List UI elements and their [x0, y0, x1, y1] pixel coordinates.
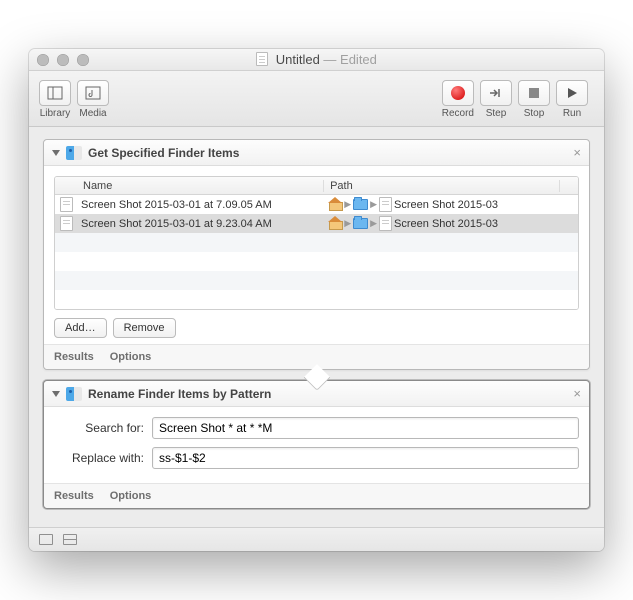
column-name[interactable]: Name [77, 180, 324, 192]
record-button[interactable] [442, 80, 474, 106]
add-button[interactable]: Add… [54, 318, 107, 338]
action-title: Get Specified Finder Items [88, 146, 239, 160]
close-action-button[interactable]: × [573, 386, 581, 401]
title-text: Untitled [276, 52, 320, 67]
statusbar [29, 527, 604, 551]
row-path: ▶ ▶ Screen Shot 2015-03 [324, 197, 560, 212]
traffic-light-minimize[interactable] [57, 54, 69, 66]
row-path: ▶ ▶ Screen Shot 2015-03 [324, 216, 560, 231]
search-for-label: Search for: [54, 421, 144, 435]
stop-button[interactable] [518, 80, 550, 106]
row-name: Screen Shot 2015-03-01 at 9.23.04 AM [77, 218, 324, 230]
file-icon [379, 216, 392, 231]
disclosure-triangle-icon[interactable] [52, 391, 60, 397]
folder-icon [353, 218, 368, 229]
finder-icon [66, 387, 82, 401]
action-body: Search for: Replace with: [44, 407, 589, 483]
run-button[interactable] [556, 80, 588, 106]
file-icon [379, 197, 392, 212]
action-title: Rename Finder Items by Pattern [88, 387, 271, 401]
items-table[interactable]: Name Path Screen Shot 2015-03-01 at 7.09… [54, 176, 579, 310]
run-label: Run [563, 108, 581, 119]
library-label: Library [40, 108, 71, 119]
media-button[interactable] [77, 80, 109, 106]
step-label: Step [486, 108, 507, 119]
empty-rows [55, 233, 578, 309]
stop-label: Stop [524, 108, 545, 119]
window-title: Untitled — Edited [29, 52, 604, 67]
library-button[interactable] [39, 80, 71, 106]
search-for-input[interactable] [152, 417, 579, 439]
table-header: Name Path [55, 177, 578, 195]
automator-window: Untitled — Edited Library Media Record S… [29, 49, 604, 551]
document-icon [256, 52, 268, 66]
row-name: Screen Shot 2015-03-01 at 7.09.05 AM [77, 199, 324, 211]
media-label: Media [79, 108, 106, 119]
home-icon [328, 199, 342, 211]
toolbar: Library Media Record Step Stop Run [29, 71, 604, 127]
workflow-area[interactable]: Get Specified Finder Items × Name Path S… [29, 127, 604, 527]
disclosure-triangle-icon[interactable] [52, 150, 60, 156]
edited-indicator: — Edited [323, 52, 376, 67]
finder-icon [66, 146, 82, 160]
column-path[interactable]: Path [324, 180, 560, 192]
results-link[interactable]: Results [54, 490, 94, 502]
replace-with-input[interactable] [152, 447, 579, 469]
action-rename-finder-items[interactable]: Rename Finder Items by Pattern × Search … [43, 380, 590, 509]
action-footer: Results Options [44, 483, 589, 508]
view-list-icon[interactable] [39, 534, 53, 545]
close-action-button[interactable]: × [573, 145, 581, 160]
traffic-light-close[interactable] [37, 54, 49, 66]
titlebar[interactable]: Untitled — Edited [29, 49, 604, 71]
home-icon [328, 218, 342, 230]
action-header[interactable]: Get Specified Finder Items × [44, 140, 589, 166]
action-body: Name Path Screen Shot 2015-03-01 at 7.09… [44, 166, 589, 344]
options-link[interactable]: Options [110, 490, 152, 502]
remove-button[interactable]: Remove [113, 318, 176, 338]
table-row[interactable]: Screen Shot 2015-03-01 at 7.09.05 AM ▶ ▶… [55, 195, 578, 214]
file-icon [60, 197, 73, 212]
view-log-icon[interactable] [63, 534, 77, 545]
record-label: Record [442, 108, 474, 119]
results-link[interactable]: Results [54, 351, 94, 363]
options-link[interactable]: Options [110, 351, 152, 363]
action-connector [43, 370, 590, 380]
traffic-light-zoom[interactable] [77, 54, 89, 66]
folder-icon [353, 199, 368, 210]
file-icon [60, 216, 73, 231]
table-row[interactable]: Screen Shot 2015-03-01 at 9.23.04 AM ▶ ▶… [55, 214, 578, 233]
replace-with-label: Replace with: [54, 451, 144, 465]
step-button[interactable] [480, 80, 512, 106]
action-get-specified-finder-items[interactable]: Get Specified Finder Items × Name Path S… [43, 139, 590, 370]
record-icon [451, 86, 465, 100]
